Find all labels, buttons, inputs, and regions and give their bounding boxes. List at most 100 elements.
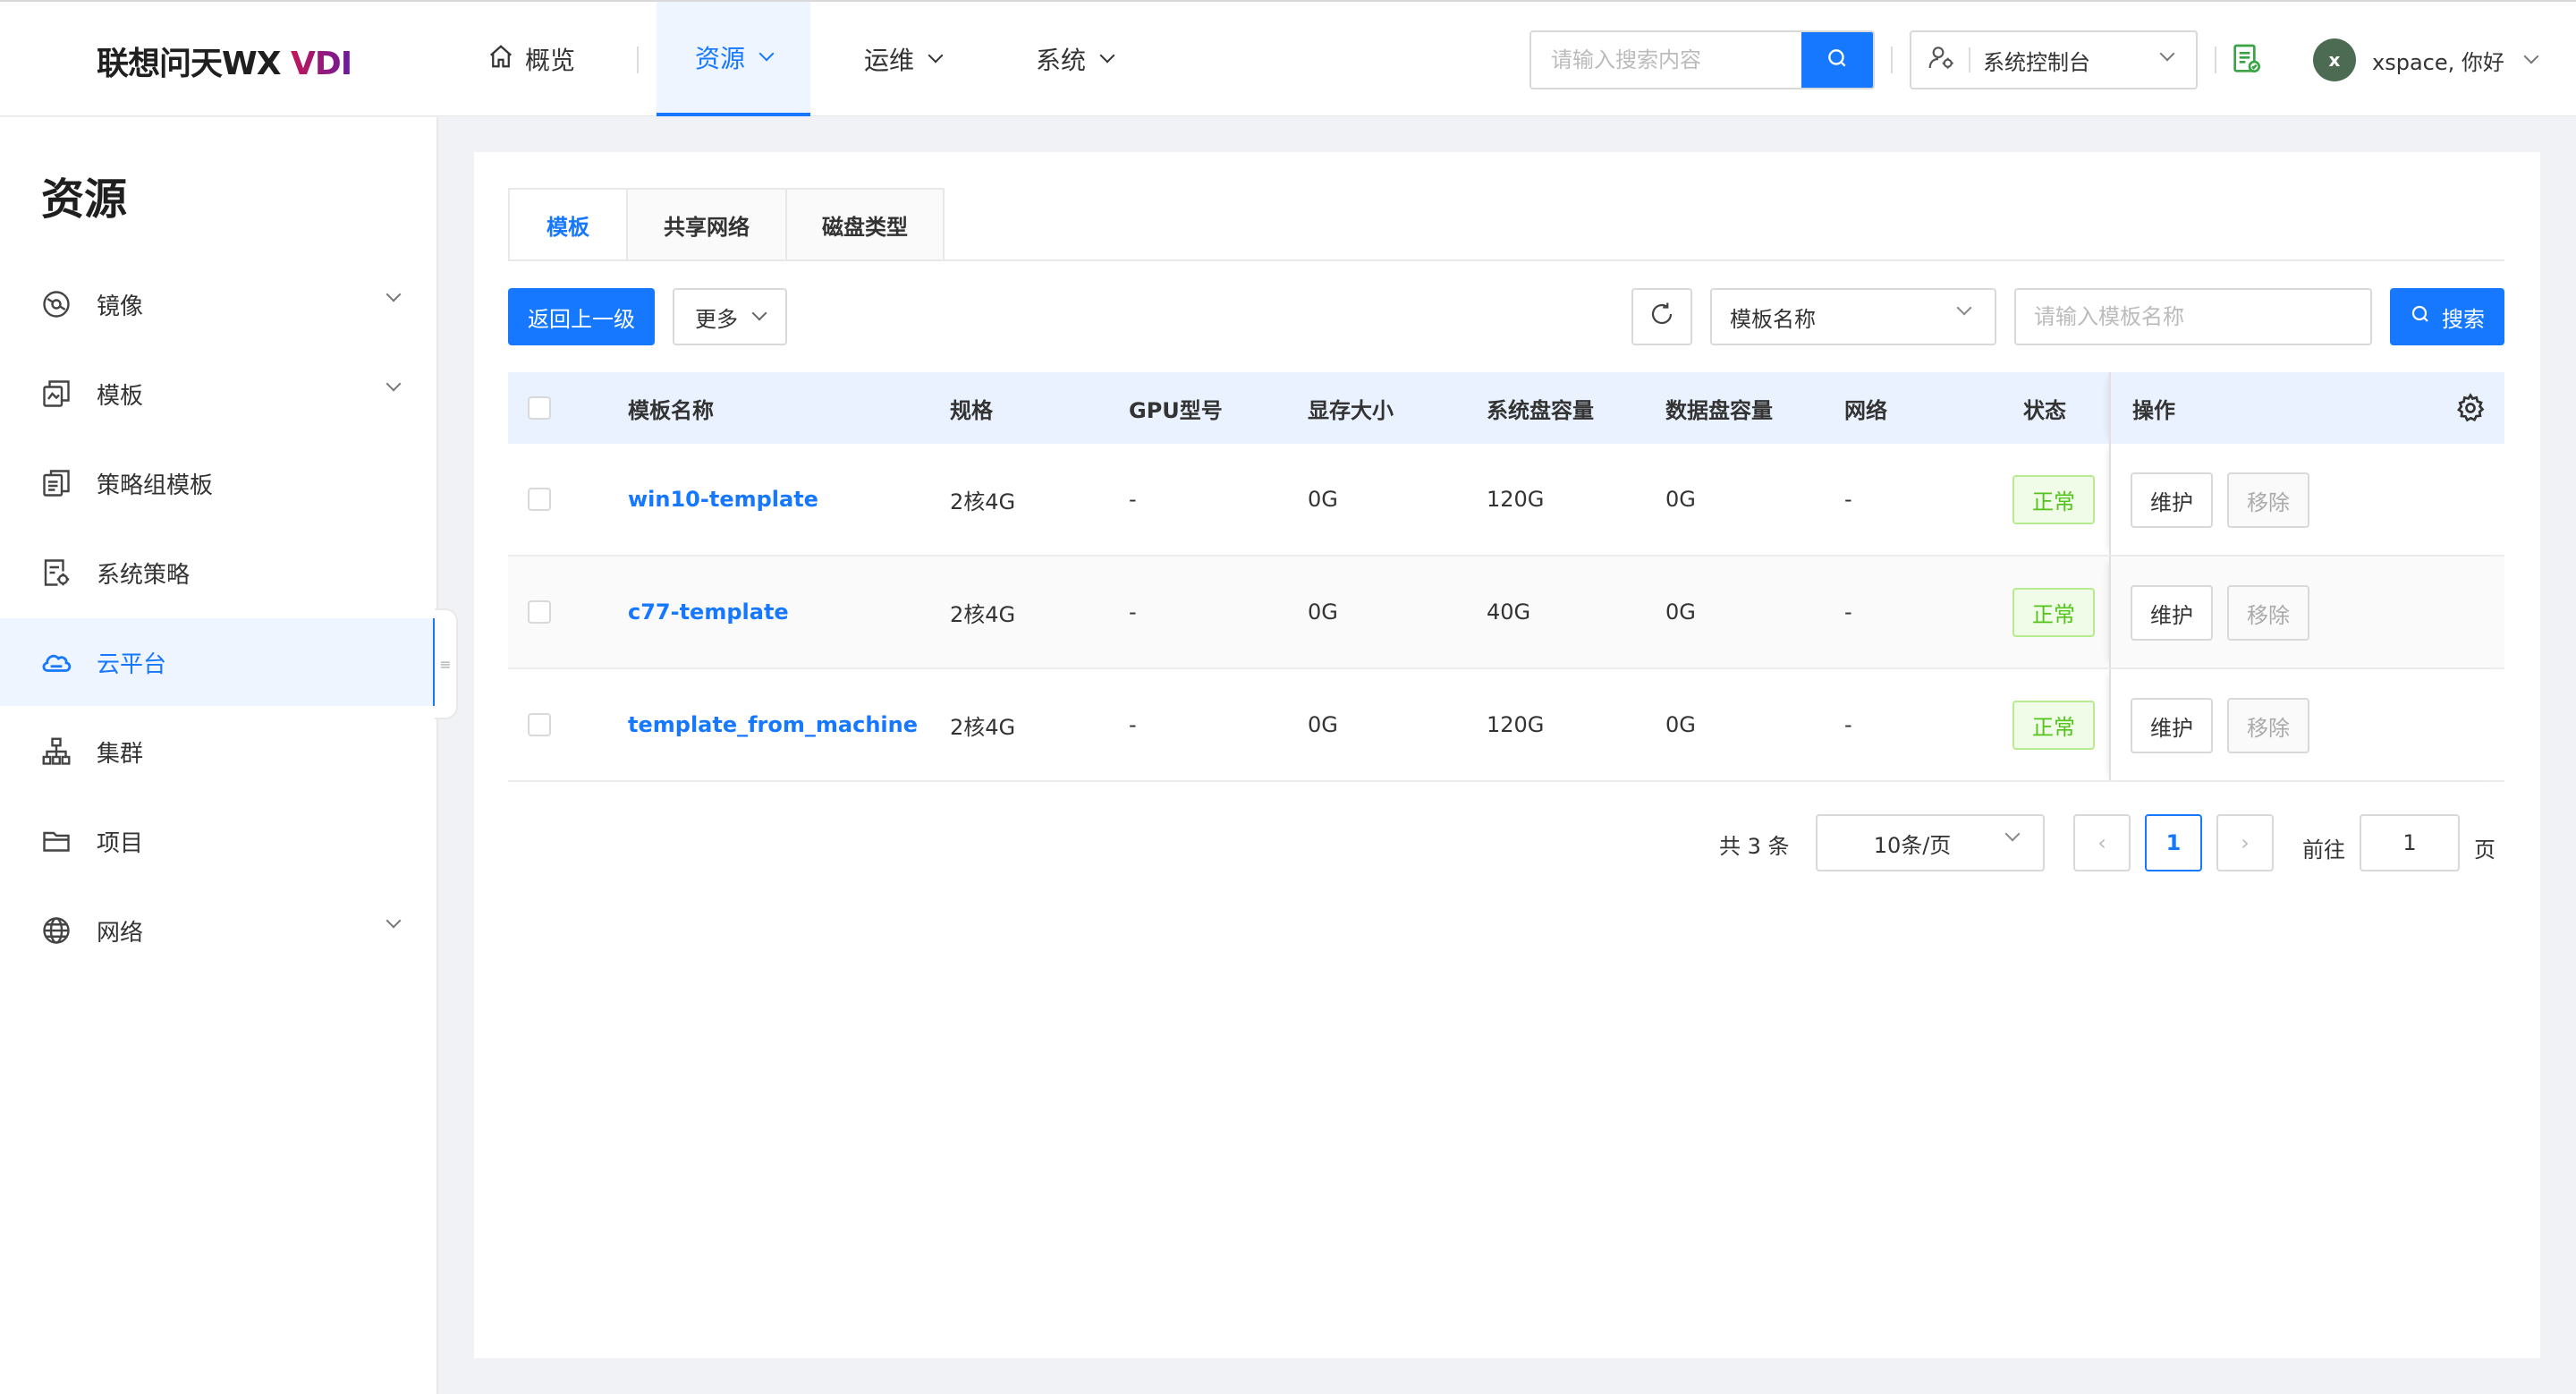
chevron-down-icon: [386, 376, 402, 392]
cell-data-disk: 0G: [1665, 712, 1696, 737]
sidebar-item-label: 模板: [97, 382, 144, 410]
search-icon: [2410, 303, 2431, 330]
col-gpu[interactable]: GPU型号: [1129, 372, 1223, 444]
tab-shared-network[interactable]: 共享网络: [626, 188, 785, 261]
refresh-icon: [1648, 301, 1675, 333]
col-ops: 操作: [2132, 397, 2175, 423]
cell-status: 正常: [2012, 557, 2095, 667]
template-name-link[interactable]: c77-template: [628, 557, 789, 667]
maintain-button[interactable]: 维护: [2131, 698, 2213, 753]
cell-sys-disk: 40G: [1487, 599, 1531, 625]
refresh-button[interactable]: [1631, 288, 1692, 345]
nav-divider: [637, 47, 639, 73]
chevron-down-icon: [2523, 48, 2539, 64]
table-header: 模板名称 规格 GPU型号 显存大小 系统盘容量 数据盘容量 网络 状态 操作: [508, 372, 2504, 444]
sidebar-item-system-policy[interactable]: 系统策略: [0, 529, 436, 616]
page-number-button[interactable]: 1: [2145, 814, 2202, 871]
policy-group-icon: [39, 466, 73, 500]
cell-data-disk: 0G: [1665, 487, 1696, 512]
sidebar-item-image[interactable]: 镜像: [0, 260, 436, 348]
tabs-underline: [508, 259, 2504, 261]
avatar: x: [2313, 38, 2356, 81]
app-logo[interactable]: 联想问天WX VDI: [97, 38, 352, 84]
row-checkbox[interactable]: [528, 488, 551, 511]
prev-page-button[interactable]: ‹: [2073, 814, 2131, 871]
status-badge: 正常: [2012, 700, 2095, 750]
main-panel: 模板 共享网络 磁盘类型 返回上一级 更多 模板名称 搜索 模板名称 规格 GP…: [474, 152, 2540, 1358]
filter-field-select[interactable]: 模板名称: [1710, 288, 1996, 345]
col-sys-disk[interactable]: 系统盘容量: [1487, 372, 1594, 444]
cell-spec: 2核4G: [950, 714, 1016, 740]
template-name-link[interactable]: win10-template: [628, 444, 818, 555]
chevron-down-icon: [1099, 47, 1115, 64]
template-icon: [39, 377, 73, 411]
cell-vram: 0G: [1308, 599, 1338, 625]
cell-data-disk: 0G: [1665, 599, 1696, 625]
page-size-select[interactable]: 10条/页: [1816, 814, 2045, 871]
goto-label: 前往: [2302, 837, 2345, 863]
tab-template[interactable]: 模板: [508, 188, 626, 261]
global-search-input[interactable]: [1531, 32, 1800, 88]
sidebar-item-template[interactable]: 模板: [0, 350, 436, 438]
select-all-checkbox[interactable]: [528, 396, 551, 420]
sidebar-item-policy-group-template[interactable]: 策略组模板: [0, 439, 436, 527]
sidebar-item-project[interactable]: 项目: [0, 797, 436, 885]
cell-sys-disk: 120G: [1487, 487, 1545, 512]
cell-network: -: [1844, 599, 1852, 625]
more-dropdown[interactable]: 更多: [673, 288, 787, 345]
sidebar-collapse-handle[interactable]: ≡: [435, 608, 458, 719]
row-checkbox-cell: [528, 669, 551, 780]
col-spec[interactable]: 规格: [950, 372, 993, 444]
row-checkbox[interactable]: [528, 713, 551, 736]
template-name-link[interactable]: template_from_machine: [628, 669, 918, 780]
nav-ops[interactable]: 运维: [864, 2, 944, 116]
sidebar-item-cluster[interactable]: 集群: [0, 708, 436, 795]
cell-vram: 0G: [1308, 487, 1338, 512]
console-select[interactable]: 系统控制台: [1910, 30, 2198, 89]
nav-overview[interactable]: 概览: [487, 2, 575, 116]
cell-vram: 0G: [1308, 712, 1338, 737]
cell-status: 正常: [2012, 669, 2095, 780]
template-table: 模板名称 规格 GPU型号 显存大小 系统盘容量 数据盘容量 网络 状态 操作 …: [508, 372, 2504, 782]
nav-system-label: 系统: [1036, 46, 1087, 75]
select-all-cell: [528, 372, 551, 444]
maintain-button[interactable]: 维护: [2131, 585, 2213, 641]
chevron-down-icon: [1956, 300, 1972, 316]
cell-gpu: -: [1129, 599, 1137, 625]
nav-system[interactable]: 系统: [1036, 2, 1115, 116]
row-checkbox[interactable]: [528, 600, 551, 624]
maintain-button[interactable]: 维护: [2131, 472, 2213, 528]
sidebar-item-network[interactable]: 网络: [0, 887, 436, 974]
image-disc-icon: [39, 287, 73, 321]
license-icon[interactable]: [2229, 41, 2265, 81]
global-search-button[interactable]: [1801, 32, 1873, 88]
remove-button[interactable]: 移除: [2227, 698, 2309, 753]
chevron-down-icon: [386, 286, 402, 302]
goto-page-input[interactable]: [2360, 814, 2460, 871]
col-status[interactable]: 状态: [2023, 372, 2066, 444]
folder-icon: [39, 824, 73, 858]
sidebar-item-label: 策略组模板: [97, 472, 214, 499]
back-button[interactable]: 返回上一级: [508, 288, 655, 345]
remove-button[interactable]: 移除: [2227, 585, 2309, 641]
top-header: 联想问天WX VDI 概览 资源 运维 系统 系统控制台: [0, 0, 2576, 116]
col-data-disk[interactable]: 数据盘容量: [1665, 372, 1773, 444]
col-name[interactable]: 模板名称: [628, 372, 714, 444]
nav-resources[interactable]: 资源: [657, 2, 810, 116]
user-menu[interactable]: x xspace, 你好: [2313, 38, 2539, 82]
ops-header-cell: 操作: [2109, 372, 2504, 444]
sidebar-item-cloud-platform[interactable]: 云平台: [0, 618, 436, 706]
next-page-button[interactable]: ›: [2216, 814, 2274, 871]
remove-button[interactable]: 移除: [2227, 472, 2309, 528]
more-label: 更多: [695, 306, 738, 332]
col-network[interactable]: 网络: [1844, 372, 1887, 444]
nav-resources-label: 资源: [694, 44, 745, 73]
col-vram[interactable]: 显存大小: [1308, 372, 1394, 444]
ops-cell: 维护 移除: [2109, 444, 2504, 555]
tab-disk-type[interactable]: 磁盘类型: [785, 188, 945, 261]
template-name-input[interactable]: [2014, 288, 2372, 345]
search-button[interactable]: 搜索: [2390, 288, 2504, 345]
sidebar-item-label: 镜像: [97, 293, 144, 320]
column-settings-gear-icon[interactable]: [2454, 372, 2487, 444]
cell-spec: 2核4G: [950, 489, 1016, 514]
